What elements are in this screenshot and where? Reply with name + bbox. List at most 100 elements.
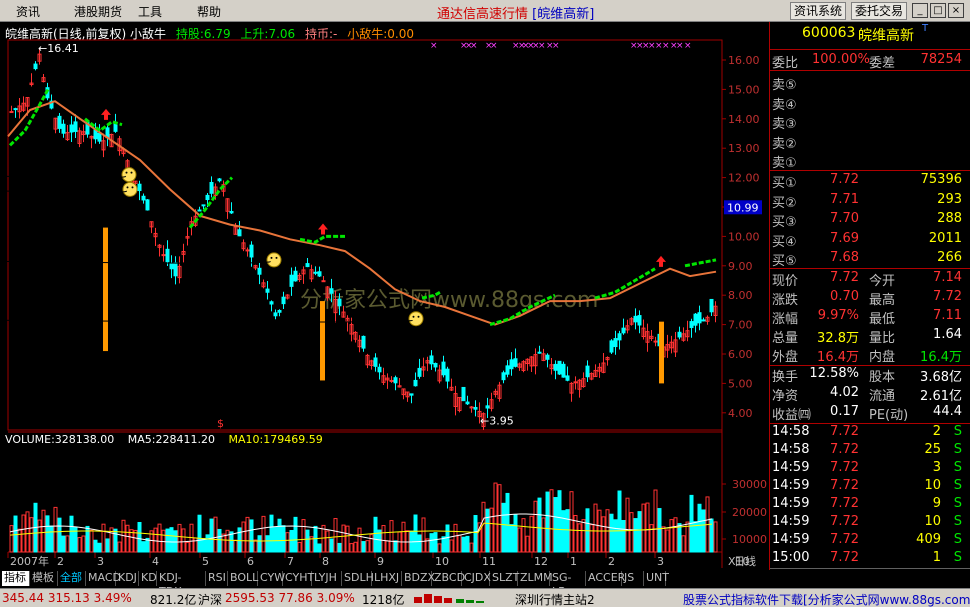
tab-指标[interactable]: 指标 (2, 571, 30, 586)
candle (637, 315, 642, 326)
tab-unt[interactable]: UNT (644, 571, 669, 586)
maximize-icon[interactable]: □ (930, 3, 946, 18)
bid-row[interactable]: 买⑤ 7.68 266 (770, 249, 966, 269)
volume-bar (117, 541, 122, 553)
volume-bar (693, 521, 698, 553)
ask-row[interactable]: 卖③ (770, 112, 966, 132)
date-axis-label: 7 (287, 555, 294, 568)
price-axis-label: 15.00 (728, 83, 760, 96)
candle (505, 365, 510, 375)
kline-chart-area[interactable]: 分析家公式网www.88gs.com ←16.41 ←3.95 × × × × × × × × × ×… (0, 22, 768, 570)
tab-sg-lb[interactable]: SG-LB (550, 571, 586, 598)
bid-row[interactable]: 买③ 7.70 288 (770, 210, 966, 230)
tab-accer[interactable]: ACCER (586, 571, 625, 586)
tab-zbcd[interactable]: ZBCD (432, 571, 465, 586)
tab-kd[interactable]: KD (139, 571, 157, 586)
tab-slzt[interactable]: SLZT (490, 571, 519, 586)
tab-kdj[interactable]: KDJ (116, 571, 139, 586)
indicator-tab-bar: 指标模板全部MACDKDJKDKDJ-TDXRSIBOLLCYWCYHTLYJH… (0, 570, 770, 598)
tab-macd[interactable]: MACD (86, 571, 121, 586)
volume-bar (277, 518, 282, 553)
candle (393, 377, 398, 384)
tab-lhxj[interactable]: LHXJ (372, 571, 402, 586)
volume-bar (661, 526, 666, 553)
tab-模板[interactable]: 模板 (30, 571, 58, 586)
menu-item-hk-futures[interactable]: 港股期货 (74, 3, 122, 20)
menu-item-tools[interactable]: 工具 (138, 3, 162, 20)
current-price-tag: 10.99 (727, 201, 759, 214)
tab-全部[interactable]: 全部 (58, 571, 86, 586)
volume-bar (545, 491, 550, 553)
ask-row[interactable]: 卖① (770, 151, 966, 171)
bid-row[interactable]: 买② 7.71 293 (770, 191, 966, 211)
menu-item-info[interactable]: 资讯 (16, 3, 40, 20)
volume-bar (649, 524, 654, 553)
volume-bar (165, 528, 170, 553)
volume-bar (713, 521, 718, 553)
tab-kdj-tdx[interactable]: KDJ-TDX (157, 571, 206, 598)
app-title: 通达信高速行情 [皖维高新] (437, 7, 595, 22)
kline-chart-svg[interactable]: 分析家公式网www.88gs.com ←16.41←3.95× ××× ×× ××××… (0, 22, 768, 570)
bid-volume: 266 (937, 250, 962, 266)
period-label[interactable]: 日线 (734, 554, 756, 568)
candle (485, 405, 490, 409)
tab-cjdx[interactable]: CJDX (462, 571, 491, 586)
minimize-icon[interactable]: _ (912, 3, 928, 18)
volume-bar (653, 489, 658, 553)
info-system-button[interactable]: 资讯系统 (790, 2, 847, 20)
bid-row[interactable]: 买① 7.72 75396 (770, 171, 966, 191)
volume-bar (97, 542, 102, 553)
ask-row[interactable]: 卖④ (770, 93, 966, 113)
tab-bdzx[interactable]: BDZX (402, 571, 435, 586)
volume-bar (281, 525, 286, 553)
candle (245, 249, 250, 252)
tab-rsi[interactable]: RSI (206, 571, 228, 586)
volume-bar (501, 502, 506, 553)
candle (265, 288, 270, 293)
ad-link[interactable]: 股票公式指标软件下载[分析家公式网www.88gs.com] (683, 591, 970, 607)
date-axis-label: 5 (202, 555, 209, 568)
marker-icon: × (676, 41, 684, 51)
volume-bar (469, 542, 474, 553)
ask-row[interactable]: 卖⑤ (770, 73, 966, 93)
date-axis-label: 1 (570, 555, 577, 568)
bid-row[interactable]: 买④ 7.69 2011 (770, 230, 966, 250)
volume-bar (493, 482, 498, 553)
menu-item-help[interactable]: 帮助 (197, 3, 221, 20)
volume-bar (509, 524, 514, 553)
volume-bar (49, 525, 54, 553)
volume-bar (265, 535, 270, 553)
volume-bar (369, 534, 374, 553)
volume-bar (257, 535, 262, 553)
tab-zlmm[interactable]: ZLMM (518, 571, 553, 586)
close-icon[interactable]: × (948, 3, 964, 18)
candle (169, 262, 174, 270)
volume-bar (485, 508, 490, 553)
date-axis-label: 3 (657, 555, 664, 568)
candle (417, 367, 422, 377)
volume-bar (581, 519, 586, 553)
volume-bar (673, 517, 678, 553)
status-bar: 345.44 315.13 3.49% 821.2亿 沪深 2595.53 77… (0, 588, 970, 607)
dollar-marker-icon: $ (217, 417, 224, 430)
tab-cyht[interactable]: CYHT (283, 571, 314, 586)
tab-lyjh[interactable]: LYJH (312, 571, 342, 586)
tab-sdlh[interactable]: SDLH (342, 571, 374, 586)
smiley-icon (266, 252, 282, 268)
ma5-label: MA5:228411.20 (127, 433, 215, 446)
volume-bar (225, 529, 230, 553)
tab-js[interactable]: JS (622, 571, 644, 586)
candle (561, 363, 566, 378)
volume-bar (617, 490, 622, 553)
candle (557, 360, 562, 375)
ask-row[interactable]: 卖② (770, 132, 966, 152)
volume-bar (349, 543, 354, 553)
order-button[interactable]: 委托交易 (851, 2, 908, 20)
volume-bar (461, 536, 466, 553)
up-arrow-icon (101, 108, 111, 120)
tab-cyw[interactable]: CYW (258, 571, 285, 586)
candle (277, 309, 282, 313)
volume-bar (385, 540, 390, 553)
tab-boll[interactable]: BOLL (228, 571, 258, 586)
volume-bar (337, 542, 342, 553)
